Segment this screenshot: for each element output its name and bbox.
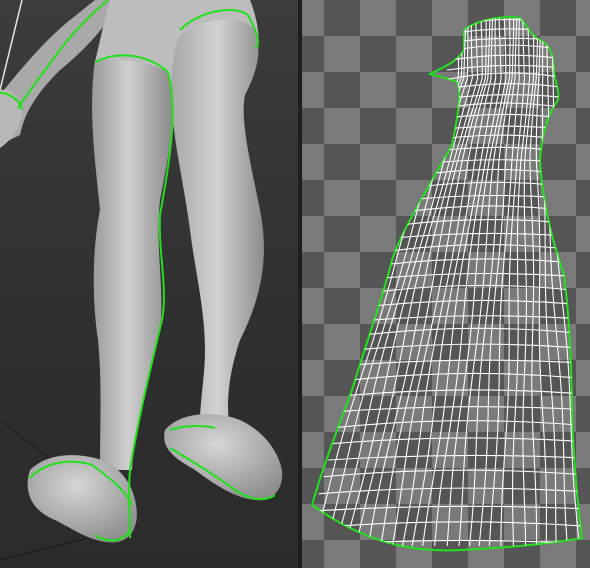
- uv-row-line: [337, 420, 581, 428]
- uv-row-line: [444, 83, 563, 90]
- uv-row-line: [389, 244, 569, 252]
- uv-column-line: [355, 17, 473, 547]
- uv-column-line: [512, 17, 531, 547]
- uv-island: [310, 16, 584, 552]
- viewport-3d[interactable]: [0, 0, 298, 568]
- uv-row-line: [436, 102, 563, 111]
- uv-column-line: [434, 17, 502, 547]
- uv-row-line: [405, 194, 565, 201]
- left-leg-mesh: [92, 59, 174, 470]
- uv-row-line: [401, 205, 566, 214]
- uv-column-line: [541, 17, 557, 547]
- right-leg-mesh: [171, 19, 264, 440]
- uv-wireframe: [312, 17, 582, 547]
- uv-row-line: [318, 487, 582, 495]
- uv-row-line: [393, 232, 568, 239]
- character-legs-mesh: [0, 0, 283, 561]
- uv-column-line: [334, 17, 467, 547]
- uv-row-line: [397, 219, 567, 226]
- uv-row-line: [409, 181, 564, 189]
- uv-column-line: [344, 17, 469, 547]
- uv-editor-canvas[interactable]: [302, 0, 590, 568]
